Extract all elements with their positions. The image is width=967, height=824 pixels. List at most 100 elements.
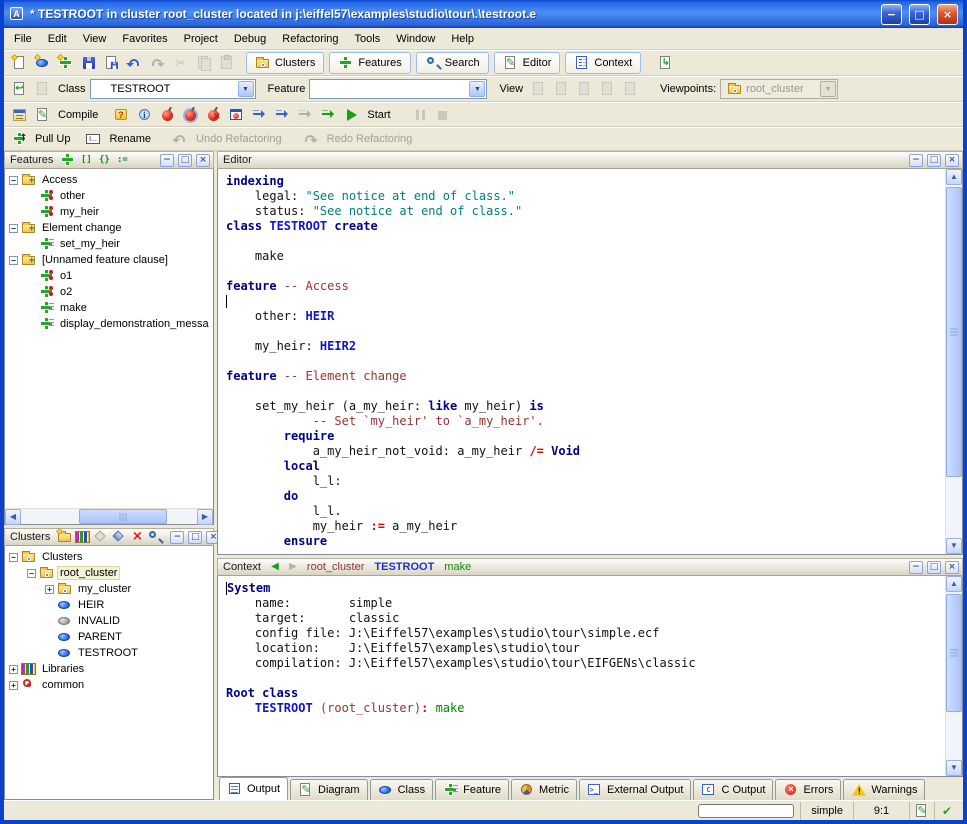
class-history-button[interactable] — [31, 78, 54, 100]
scroll-left-icon[interactable]: ◀ — [5, 509, 21, 525]
tab-output[interactable]: Output — [219, 777, 288, 800]
editor-button[interactable]: ✎Editor — [494, 52, 561, 74]
copy-button[interactable] — [192, 52, 215, 74]
tree-item-element-change[interactable]: −+Element change — [5, 220, 213, 236]
expand-toggle[interactable]: − — [9, 224, 18, 233]
undo-refactoring-button[interactable] — [169, 128, 192, 150]
tree-item-root-cluster[interactable]: −root_cluster — [5, 565, 213, 581]
clusters-panel-caption[interactable]: Clusters × − □ × — [4, 528, 214, 546]
minimize-button[interactable]: − — [881, 4, 902, 25]
add-item-button[interactable] — [110, 529, 128, 545]
editor-vertical-scrollbar[interactable]: ▲ ▼ — [945, 169, 962, 554]
melt-button[interactable]: ✎ — [31, 104, 54, 126]
tree-item-my-heir[interactable]: my_heir — [5, 204, 213, 220]
features-panel-caption[interactable]: Features []{}:= − □ × — [4, 151, 214, 169]
editor-code-area[interactable]: indexing legal: "See notice at end of cl… — [218, 169, 945, 554]
tab-external-output[interactable]: >_External Output — [579, 779, 691, 800]
external-commands-button[interactable]: ↳ — [654, 52, 677, 74]
panel-close-button[interactable]: × — [945, 154, 959, 167]
tree-item-clusters[interactable]: −Clusters — [5, 549, 213, 565]
panel-maximize-button[interactable]: □ — [927, 561, 941, 574]
panel-minimize-button[interactable]: − — [160, 154, 174, 167]
context-button[interactable]: Context — [565, 52, 641, 74]
rename-label[interactable]: Rename — [109, 133, 151, 145]
debug-window-button[interactable] — [225, 104, 248, 126]
tree-item-unnamed-feature-clause[interactable]: −+[Unnamed feature clause] — [5, 252, 213, 268]
compile-label[interactable]: Compile — [58, 109, 98, 121]
chevron-down-icon[interactable]: ▼ — [238, 81, 254, 97]
view-interface-button[interactable] — [619, 78, 642, 100]
tab-class[interactable]: Class — [370, 779, 434, 800]
context-vertical-scrollbar[interactable]: ▲ ▼ — [945, 576, 962, 776]
context-panel-caption[interactable]: Context ◀ ▶ root_cluster TESTROOT make −… — [217, 558, 963, 576]
menu-project[interactable]: Project — [176, 30, 226, 48]
tree-item-set-my-heir[interactable]: set_my_heir — [5, 236, 213, 252]
sync-status-button[interactable]: ✔ — [934, 802, 959, 820]
info-button[interactable]: i — [133, 104, 156, 126]
tab-errors[interactable]: ×Errors — [775, 779, 841, 800]
expand-toggle[interactable]: − — [27, 569, 36, 578]
scroll-up-icon[interactable]: ▲ — [946, 576, 962, 592]
panel-minimize-button[interactable]: − — [170, 531, 184, 544]
tab-c-output[interactable]: CC Output — [693, 779, 773, 800]
rename-button[interactable]: I... — [82, 128, 105, 150]
forward-icon[interactable]: ▶ — [285, 559, 301, 575]
scrollbar-thumb[interactable] — [946, 594, 962, 712]
scrollbar-thumb[interactable] — [79, 509, 167, 524]
pull-up-button[interactable]: ↑ — [8, 128, 31, 150]
libraries-books-button[interactable] — [74, 529, 92, 545]
new-cluster-button[interactable] — [56, 529, 74, 545]
assign-button[interactable]: := — [113, 152, 131, 168]
menu-favorites[interactable]: Favorites — [114, 30, 175, 48]
scroll-down-icon[interactable]: ▼ — [946, 760, 962, 776]
disable-breakpoints-button[interactable] — [179, 104, 202, 126]
cut-button[interactable]: ✂ — [169, 52, 192, 74]
expand-toggle[interactable]: + — [45, 585, 54, 594]
stop-button[interactable] — [432, 104, 455, 126]
scrollbar-thumb[interactable] — [946, 187, 962, 477]
brackets-button[interactable]: [] — [77, 152, 95, 168]
expand-toggle[interactable]: − — [9, 176, 18, 185]
scroll-down-icon[interactable]: ▼ — [946, 538, 962, 554]
redo-button[interactable] — [146, 52, 169, 74]
menu-refactoring[interactable]: Refactoring — [274, 30, 346, 48]
expand-toggle[interactable]: − — [9, 553, 18, 562]
tree-item-o1[interactable]: o1 — [5, 268, 213, 284]
open-class-button[interactable]: ↩ — [8, 78, 31, 100]
tree-item-access[interactable]: −+Access — [5, 172, 213, 188]
tree-item-display-demonstration-messa[interactable]: display_demonstration_messa — [5, 316, 213, 332]
start-button[interactable] — [340, 104, 363, 126]
new-feature-button[interactable] — [54, 52, 77, 74]
tree-item-my-cluster[interactable]: +my_cluster — [5, 581, 213, 597]
expand-toggle[interactable]: − — [9, 256, 18, 265]
breadcrumb-feature[interactable]: make — [444, 561, 471, 573]
tree-item-o2[interactable]: o2 — [5, 284, 213, 300]
braces-button[interactable]: {} — [95, 152, 113, 168]
search-button[interactable]: Search — [416, 52, 489, 74]
run-ignore-breakpoints-button[interactable] — [317, 104, 340, 126]
pause-button[interactable] — [409, 104, 432, 126]
editor-panel-caption[interactable]: Editor − □ × — [217, 151, 963, 169]
menu-tools[interactable]: Tools — [347, 30, 389, 48]
menu-view[interactable]: View — [75, 30, 115, 48]
remove-breakpoints-button[interactable]: × — [202, 104, 225, 126]
step-into-button[interactable] — [248, 104, 271, 126]
panel-close-button[interactable]: × — [945, 561, 959, 574]
panel-minimize-button[interactable]: − — [909, 154, 923, 167]
remove-item-button[interactable] — [92, 529, 110, 545]
tree-item-common[interactable]: +common — [5, 677, 213, 693]
tree-item-invalid[interactable]: INVALID — [5, 613, 213, 629]
menu-window[interactable]: Window — [388, 30, 443, 48]
search-button[interactable] — [146, 529, 164, 545]
new-class-button[interactable] — [31, 52, 54, 74]
redo-refactoring-button[interactable] — [300, 128, 323, 150]
tree-item-heir[interactable]: HEIR — [5, 597, 213, 613]
editable-status-button[interactable]: ✎ — [909, 802, 934, 820]
panel-minimize-button[interactable]: − — [909, 561, 923, 574]
tree-item-testroot[interactable]: TESTROOT — [5, 645, 213, 661]
panel-maximize-button[interactable]: □ — [188, 531, 202, 544]
freeze-query-button[interactable]: ? — [110, 104, 133, 126]
undo-button[interactable] — [123, 52, 146, 74]
enable-breakpoints-button[interactable] — [156, 104, 179, 126]
close-button[interactable]: × — [937, 4, 958, 25]
